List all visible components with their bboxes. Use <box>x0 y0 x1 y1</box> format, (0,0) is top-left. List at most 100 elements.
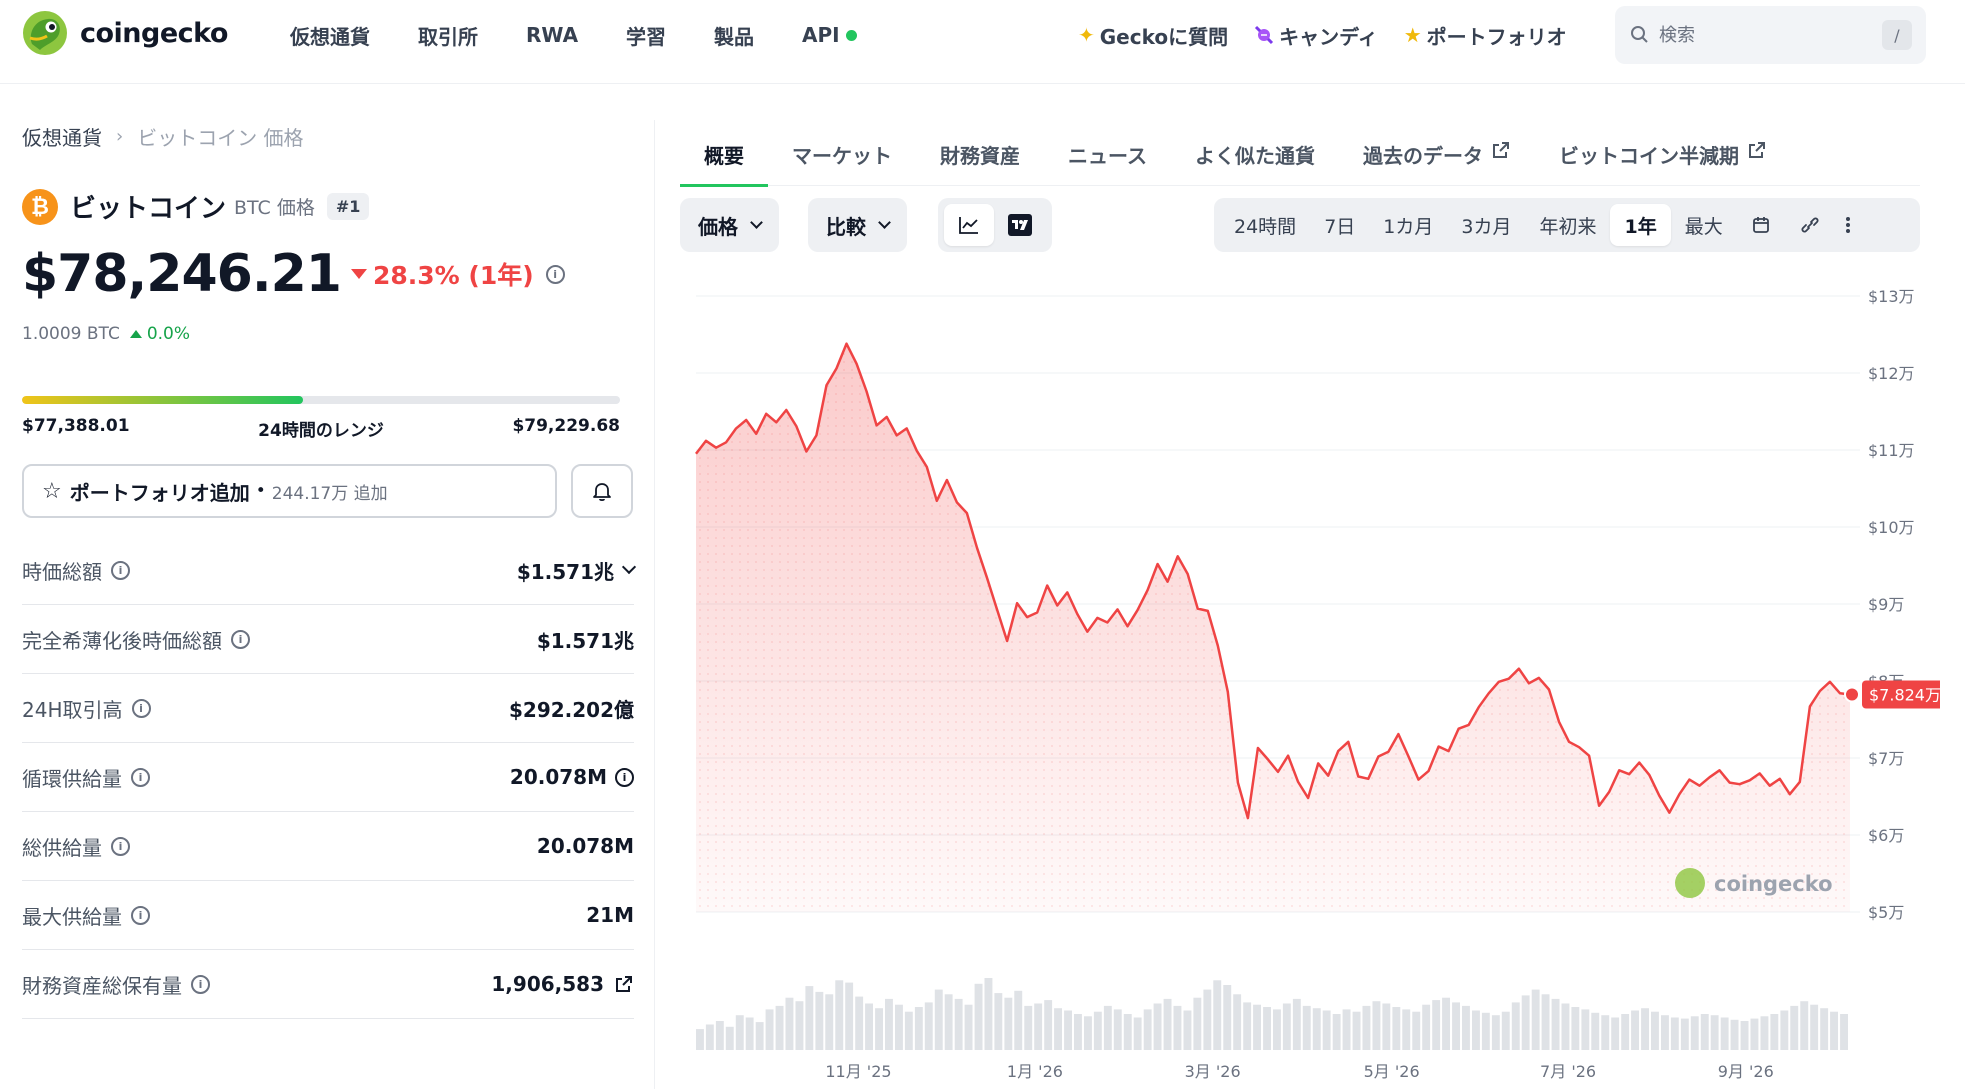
range-bar <box>22 396 620 404</box>
compare-dropdown[interactable]: 比較 <box>808 198 907 252</box>
range-7d-button[interactable]: 7日 <box>1310 204 1369 246</box>
volume-bar <box>1611 1017 1620 1050</box>
share-link-button[interactable] <box>1785 204 1835 246</box>
info-icon[interactable]: i <box>131 698 151 718</box>
tab-markets[interactable]: マーケット <box>768 130 916 186</box>
tab-treasury[interactable]: 財務資産 <box>916 130 1044 186</box>
stat-label-text: 最大供給量 <box>22 904 122 929</box>
btc-price-row: 1.0009 BTC 0.0% <box>22 324 190 344</box>
chevron-right-icon: › <box>116 126 124 147</box>
nav-api[interactable]: API <box>802 20 857 50</box>
volume-bar <box>1153 1003 1162 1050</box>
range-1m-button[interactable]: 1カ月 <box>1369 204 1447 246</box>
watermark-text: coingecko <box>1714 872 1833 896</box>
portfolio-nav-button[interactable]: ★ ポートフォリオ <box>1404 20 1567 50</box>
tradingview-button[interactable] <box>994 204 1046 246</box>
tab-label: ビットコイン半減期 <box>1559 144 1739 168</box>
y-tick-label: $12万 <box>1868 364 1915 383</box>
tab-historical-data[interactable]: 過去のデータ <box>1339 130 1535 186</box>
volume-bar <box>1810 1004 1819 1050</box>
chevron-down-icon <box>878 215 891 229</box>
dropdown-label: 比較 <box>826 214 866 239</box>
price-chart-svg: $13万$12万$11万$10万$9万$8万$7万$6万$5万$7.824万co… <box>695 287 1940 1080</box>
line-chart-button[interactable] <box>944 204 994 246</box>
portfolio-button-label: ポートフォリオ追加 <box>69 480 250 505</box>
stat-value: 20.078M <box>537 834 634 858</box>
info-icon[interactable]: i <box>131 767 150 787</box>
x-tick-label: 5月 '26 <box>1364 1062 1420 1080</box>
volume-bar <box>1322 1010 1331 1050</box>
candy-button[interactable]: キャンディ <box>1254 20 1378 50</box>
range-ytd-button[interactable]: 年初来 <box>1525 204 1610 246</box>
price-alert-button[interactable] <box>571 464 633 518</box>
compare-dropdown-wrap: 比較 <box>808 198 907 252</box>
ask-gecko-button[interactable]: ✦ Geckoに質問 <box>1078 20 1228 50</box>
range-labels: $77,388.01 24時間のレンジ $79,229.68 <box>22 416 620 441</box>
tab-similar-coins[interactable]: よく似た通貨 <box>1171 130 1339 186</box>
volume-bar <box>825 994 834 1050</box>
tab-bitcoin-halving[interactable]: ビットコイン半減期 <box>1535 130 1791 186</box>
volume-bar <box>1084 1016 1092 1050</box>
volume-bar <box>1352 1011 1361 1050</box>
nav-products[interactable]: 製品 <box>714 20 754 50</box>
volume-bar <box>1213 980 1222 1050</box>
nav-learn[interactable]: 学習 <box>626 20 666 50</box>
volume-bar <box>1750 1018 1759 1050</box>
date-picker-button[interactable] <box>1737 204 1785 246</box>
tab-news[interactable]: ニュース <box>1044 130 1171 186</box>
range-max-button[interactable]: 最大 <box>1671 204 1737 246</box>
search-input[interactable] <box>1659 24 1859 46</box>
volume-bar <box>964 1004 973 1050</box>
info-icon[interactable]: i <box>545 264 565 284</box>
volume-bar <box>1720 1017 1729 1050</box>
info-icon[interactable]: i <box>615 767 634 787</box>
search-box[interactable]: / <box>1615 6 1926 64</box>
breadcrumb-cryptocurrencies[interactable]: 仮想通貨 <box>22 122 102 151</box>
tab-overview[interactable]: 概要 <box>680 130 768 187</box>
range-24h-button[interactable]: 24時間 <box>1220 204 1310 246</box>
volume-bar <box>865 1003 873 1050</box>
volume-bar <box>1591 1012 1600 1050</box>
info-icon[interactable]: i <box>111 560 130 580</box>
stat-label-text: 循環供給量 <box>22 766 122 791</box>
range-3m-button[interactable]: 3カ月 <box>1447 204 1525 246</box>
search-icon <box>1631 26 1648 43</box>
price-chart[interactable]: $13万$12万$11万$10万$9万$8万$7万$6万$5万$7.824万co… <box>690 280 1940 1080</box>
tab-label: よく似た通貨 <box>1195 144 1315 168</box>
nav-cryptocurrencies[interactable]: 仮想通貨 <box>290 20 370 50</box>
stat-value[interactable]: $1.571兆 <box>517 556 637 585</box>
stat-value-text: 20.078M <box>509 765 607 789</box>
nav-rwa[interactable]: RWA <box>526 20 578 50</box>
add-to-portfolio-button[interactable]: ☆ ポートフォリオ追加 • 244.17万 追加 <box>22 464 557 518</box>
range-1y-button[interactable]: 1年 <box>1610 204 1671 246</box>
stat-value[interactable]: 1,906,583 <box>491 972 634 996</box>
volume-bar <box>1123 1014 1132 1050</box>
stat-label: 24H取引高 i <box>22 694 151 723</box>
info-icon[interactable]: i <box>131 905 150 925</box>
volume-bar <box>1800 1001 1809 1050</box>
nav-exchanges[interactable]: 取引所 <box>418 20 478 50</box>
price-dropdown[interactable]: 価格 <box>680 198 779 252</box>
volume-bar <box>1024 1005 1033 1050</box>
info-icon[interactable]: i <box>231 629 250 649</box>
info-icon[interactable]: i <box>191 974 210 994</box>
volume-bar <box>924 1002 933 1050</box>
volume-bar <box>1412 1011 1421 1050</box>
x-tick-label: 7月 '26 <box>1540 1062 1596 1080</box>
volume-bar <box>855 996 864 1050</box>
info-icon[interactable]: i <box>111 836 130 856</box>
price-row: $78,246.21 28.3% (1年) i <box>22 244 565 304</box>
range-label: 年初来 <box>1539 215 1597 238</box>
external-link-icon <box>1493 142 1509 158</box>
volume-bar <box>1402 1009 1411 1050</box>
external-link-icon <box>616 976 632 992</box>
coingecko-logo[interactable]: coingecko <box>22 10 228 56</box>
range-label: 24時間 <box>1234 215 1297 238</box>
volume-bar <box>1203 989 1212 1050</box>
volume-bar <box>1074 1014 1082 1050</box>
volume-bar <box>835 980 844 1050</box>
portfolio-nav-label: ポートフォリオ <box>1426 24 1567 49</box>
volume-bar <box>1521 995 1530 1050</box>
more-options-button[interactable] <box>1835 204 1861 246</box>
stat-label-text: 総供給量 <box>22 835 102 860</box>
